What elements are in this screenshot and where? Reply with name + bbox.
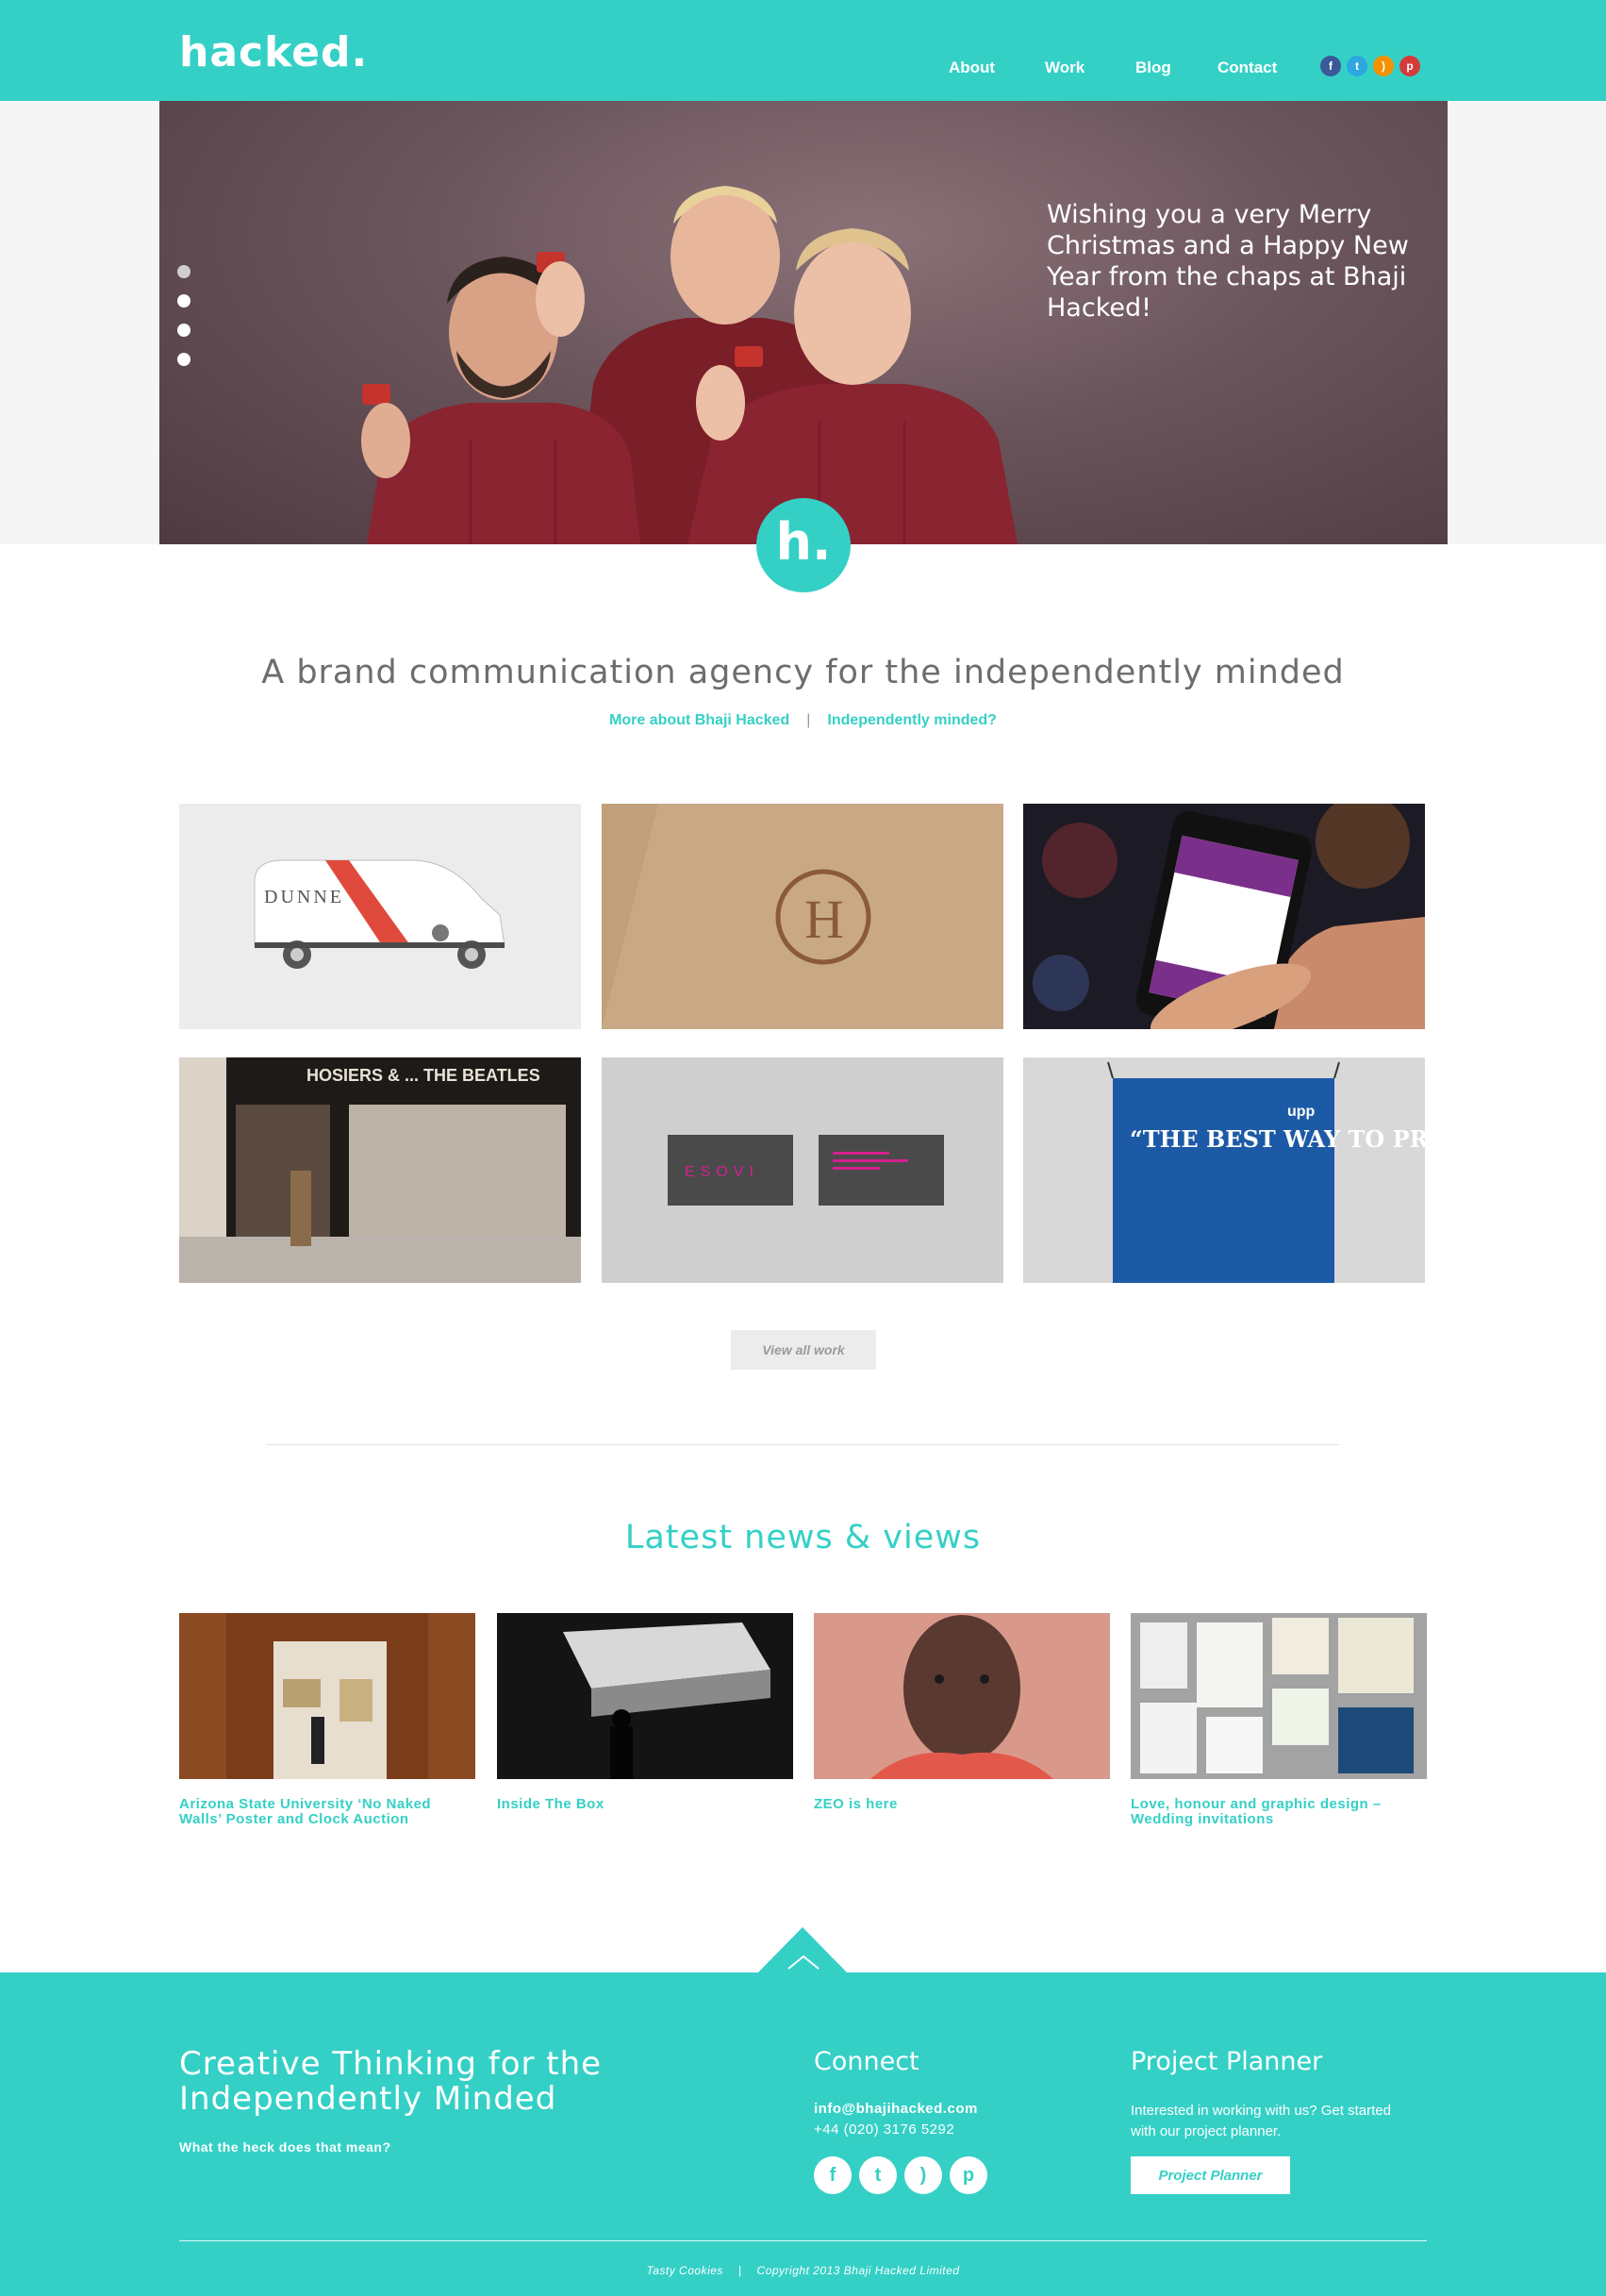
tasty-cookies-link[interactable]: Tasty Cookies bbox=[646, 2264, 722, 2277]
contact-email[interactable]: info@bhajihacked.com bbox=[814, 2101, 978, 2117]
header-social: f t ) p bbox=[1320, 56, 1420, 76]
work-tile-dunne[interactable]: DUNNE bbox=[179, 804, 581, 1029]
news-caption-2[interactable]: Inside The Box bbox=[497, 1797, 793, 1812]
shopfront-image: HOSIERS & ... THE BEATLES bbox=[179, 1057, 581, 1283]
project-planner-title: Project Planner bbox=[1131, 2047, 1323, 2076]
site-header: hacked. About Work Blog Contact f t ) p bbox=[0, 0, 1606, 101]
work-tile-upp[interactable]: “THE BEST WAY TO PREDICT THE FUTURE upp bbox=[1023, 1057, 1425, 1283]
h-badge-icon: h. bbox=[756, 498, 851, 592]
poster-headline: “THE BEST WAY TO PREDICT THE FUTURE bbox=[1130, 1125, 1425, 1153]
poster-image: “THE BEST WAY TO PREDICT THE FUTURE upp bbox=[1107, 1061, 1425, 1283]
box-photo bbox=[497, 1613, 793, 1779]
twitter-icon[interactable]: t bbox=[1347, 56, 1367, 76]
nav-work[interactable]: Work bbox=[1045, 58, 1084, 77]
project-planner-button[interactable]: Project Planner bbox=[1131, 2156, 1290, 2194]
logo[interactable]: hacked. bbox=[179, 32, 368, 74]
slider-dot-4[interactable] bbox=[177, 353, 190, 366]
svg-text:upp: upp bbox=[1287, 1104, 1316, 1120]
van-label: DUNNE bbox=[264, 887, 344, 907]
facebook-icon[interactable]: f bbox=[1320, 56, 1341, 76]
footer-bottom: Tasty Cookies | Copyright 2013 Bhaji Hacke… bbox=[0, 2264, 1606, 2277]
nav-about[interactable]: About bbox=[949, 58, 995, 77]
slider-dot-3[interactable] bbox=[177, 324, 190, 337]
esovi-logo: ESOVI bbox=[685, 1164, 759, 1180]
section-divider bbox=[267, 1444, 1339, 1445]
footer-tagline-line2: Independently Minded bbox=[179, 2080, 557, 2118]
card-image: H bbox=[602, 804, 1003, 1029]
footer-bottom-separator: | bbox=[737, 2264, 742, 2277]
news-caption-4[interactable]: Love, honour and graphic design – Weddin… bbox=[1131, 1797, 1427, 1827]
van-image: DUNNE bbox=[254, 859, 505, 969]
connect-title: Connect bbox=[814, 2047, 919, 2076]
chevron-up-icon[interactable] bbox=[785, 1953, 822, 1972]
work-tile-app[interactable] bbox=[1023, 804, 1425, 1029]
slider-dot-2[interactable] bbox=[177, 294, 190, 308]
news-image-1[interactable] bbox=[179, 1613, 475, 1779]
card-monogram: H bbox=[804, 889, 844, 950]
pinterest-icon[interactable]: p bbox=[1399, 56, 1420, 76]
news-image-4[interactable] bbox=[1131, 1613, 1427, 1779]
twitter-icon[interactable]: t bbox=[859, 2156, 897, 2194]
invitations-photo bbox=[1131, 1613, 1427, 1779]
news-caption-3[interactable]: ZEO is here bbox=[814, 1797, 1110, 1812]
shop-sign: HOSIERS & ... THE BEATLES bbox=[306, 1066, 540, 1085]
page: hacked. About Work Blog Contact f t ) p bbox=[0, 0, 1606, 2296]
contact-phone: +44 (020) 3176 5292 bbox=[814, 2121, 955, 2138]
independently-minded-link[interactable]: Independently minded? bbox=[827, 712, 997, 728]
intro-title: A brand communication agency for the ind… bbox=[261, 654, 1345, 691]
slider-dots bbox=[177, 265, 190, 382]
zeo-portrait bbox=[814, 1613, 1110, 1779]
footer-tagline: Creative Thinking for the Independently … bbox=[179, 2047, 602, 2117]
pinterest-icon[interactable]: p bbox=[950, 2156, 987, 2194]
news-image-3[interactable] bbox=[814, 1613, 1110, 1779]
business-cards-image: ESOVI bbox=[668, 1135, 944, 1206]
rss-icon[interactable]: ) bbox=[1373, 56, 1394, 76]
footer-social: f t ) p bbox=[814, 2156, 987, 2194]
project-planner-text: Interested in working with us? Get start… bbox=[1131, 2103, 1391, 2139]
intro-links: More about Bhaji Hacked | Independently mi… bbox=[0, 712, 1606, 729]
rss-icon[interactable]: ) bbox=[904, 2156, 942, 2194]
hero-slider: Wishing you a very Merry Christmas and a… bbox=[159, 101, 1448, 544]
copyright-text: Copyright 2013 Bhaji Hacked Limited bbox=[756, 2264, 960, 2277]
work-tile-esovi[interactable]: ESOVI bbox=[602, 1057, 1003, 1283]
nav-blog[interactable]: Blog bbox=[1135, 58, 1171, 77]
news-image-2[interactable] bbox=[497, 1613, 793, 1779]
work-tile-shopfront[interactable]: HOSIERS & ... THE BEATLES bbox=[179, 1057, 581, 1283]
news-title: Latest news & views bbox=[624, 1519, 982, 1556]
facebook-icon[interactable]: f bbox=[814, 2156, 852, 2194]
intro-links-separator: | bbox=[806, 712, 811, 728]
footer-tagline-link[interactable]: What the heck does that mean? bbox=[179, 2139, 391, 2155]
view-all-work-button[interactable]: View all work bbox=[731, 1330, 876, 1370]
news-caption-1[interactable]: Arizona State University ‘No Naked Walls… bbox=[179, 1797, 475, 1827]
gallery-photo bbox=[179, 1613, 475, 1779]
work-tile-card[interactable]: H bbox=[602, 804, 1003, 1029]
footer-rule bbox=[179, 2240, 1427, 2241]
nav-contact[interactable]: Contact bbox=[1217, 58, 1277, 77]
more-about-link[interactable]: More about Bhaji Hacked bbox=[609, 712, 789, 728]
footer-tagline-line1: Creative Thinking for the bbox=[179, 2045, 603, 2083]
slider-dot-1[interactable] bbox=[177, 265, 190, 278]
phone-image bbox=[1033, 804, 1425, 1029]
hero-message: Wishing you a very Merry Christmas and a… bbox=[1047, 200, 1409, 323]
